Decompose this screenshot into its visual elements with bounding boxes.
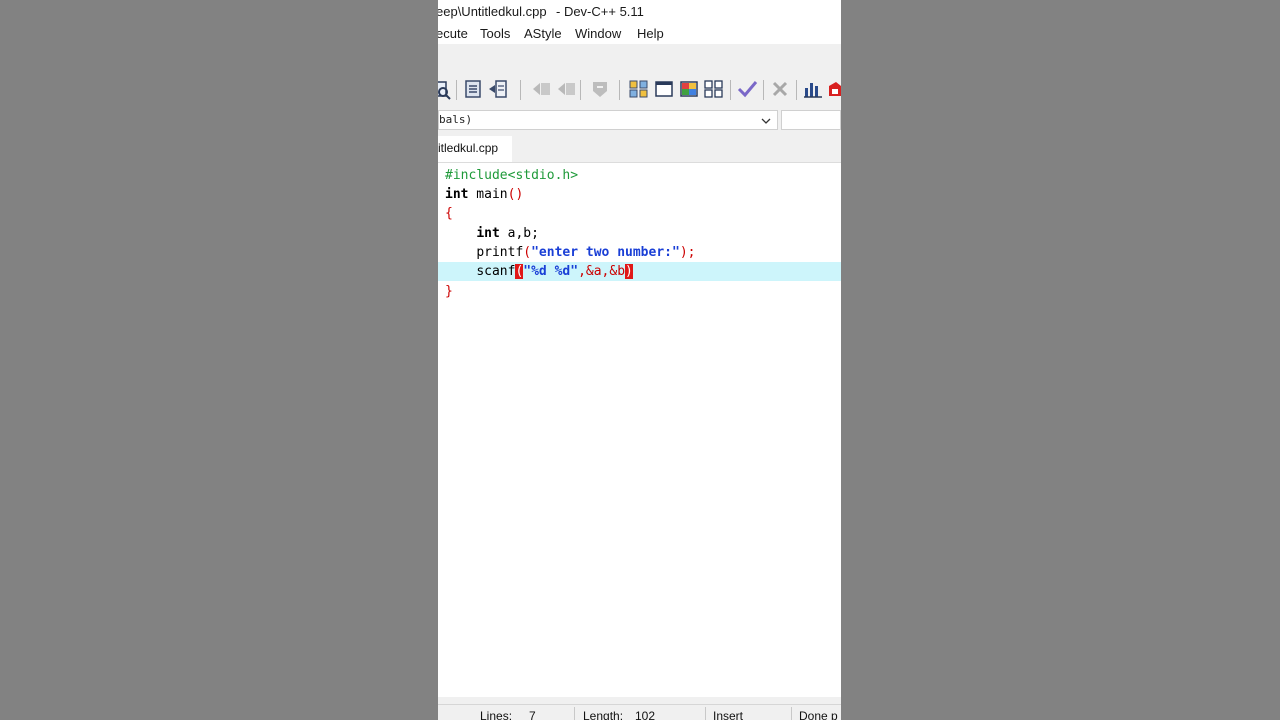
status-bar: Lines: 7 Length: 102 Insert Done p bbox=[438, 704, 841, 720]
code-line-1: #include<stdio.h> bbox=[445, 166, 841, 185]
brace-match-close: ) bbox=[625, 264, 633, 279]
compile-check-icon[interactable] bbox=[736, 78, 758, 100]
code-token-string: "%d %d" bbox=[523, 264, 579, 279]
code-line-7: } bbox=[445, 282, 841, 301]
code-token-int: int bbox=[476, 226, 500, 241]
scope-value: bals) bbox=[439, 113, 473, 126]
menu-tools[interactable]: Tools bbox=[480, 24, 510, 44]
code-line-4: int a,b; bbox=[445, 224, 841, 243]
toolbar-separator bbox=[619, 80, 620, 100]
toolbar-separator bbox=[763, 80, 764, 100]
status-length-value: 102 bbox=[635, 709, 656, 720]
toolbar bbox=[438, 78, 841, 102]
window-title-app: - Dev-C++ 5.11 bbox=[556, 4, 644, 19]
chevron-down-icon bbox=[761, 114, 771, 124]
code-token-open-brace: { bbox=[445, 206, 453, 221]
menu-help[interactable]: Help bbox=[637, 24, 664, 44]
status-lines-label: Lines: bbox=[480, 709, 513, 720]
grid-icon[interactable] bbox=[703, 78, 725, 100]
find-icon[interactable] bbox=[438, 78, 452, 100]
close-file-icon[interactable] bbox=[487, 78, 509, 100]
save-all-icon[interactable] bbox=[462, 78, 484, 100]
class-view-icon[interactable] bbox=[678, 78, 700, 100]
code-token-main: main bbox=[468, 187, 508, 202]
devcpp-window: eep\Untitledkul.cpp - Dev-C++ 5.11 ecute… bbox=[438, 0, 841, 720]
menu-window[interactable]: Window bbox=[575, 24, 621, 44]
scope-bar: bals) bbox=[438, 110, 841, 132]
symbol-select[interactable] bbox=[781, 110, 841, 130]
status-separator bbox=[705, 707, 706, 720]
status-separator bbox=[574, 707, 575, 720]
menu-execute[interactable]: ecute bbox=[438, 24, 468, 44]
code-token-parens: () bbox=[507, 187, 524, 202]
editor-tabs: itledkul.cpp bbox=[438, 136, 841, 163]
unindent-icon[interactable] bbox=[555, 78, 577, 100]
code-token-printf: printf bbox=[476, 245, 524, 260]
status-message: Done p bbox=[799, 709, 838, 720]
toolbar-separator bbox=[520, 80, 521, 100]
code-line-5: printf("enter two number:"); bbox=[445, 243, 841, 262]
status-mode: Insert bbox=[713, 709, 744, 720]
status-length-label: Length: bbox=[583, 709, 624, 720]
status-separator bbox=[791, 707, 792, 720]
window-icon[interactable] bbox=[653, 78, 675, 100]
scope-select[interactable]: bals) bbox=[438, 110, 778, 130]
toolbar-separator bbox=[456, 80, 457, 100]
code-token-paren: ( bbox=[523, 245, 532, 260]
tab-untitledkul[interactable]: itledkul.cpp bbox=[438, 136, 512, 162]
code-token-close-brace: } bbox=[445, 284, 453, 299]
code-line-2: int main() bbox=[445, 185, 841, 204]
new-project-icon[interactable] bbox=[628, 78, 650, 100]
toggle-bookmark-icon[interactable] bbox=[589, 78, 611, 100]
status-lines-value: 7 bbox=[529, 709, 536, 720]
code-line-3: { bbox=[445, 204, 841, 223]
window-title-path: eep\Untitledkul.cpp bbox=[438, 4, 547, 19]
code-token-paren-close: ); bbox=[679, 245, 696, 260]
debug-icon[interactable] bbox=[826, 78, 841, 100]
indent-left-icon[interactable] bbox=[530, 78, 552, 100]
code-token-args: ,&a,&b bbox=[578, 264, 626, 279]
toolbar-separator bbox=[580, 80, 581, 100]
chart-icon[interactable] bbox=[802, 78, 824, 100]
code-token-decl: a,b; bbox=[499, 226, 539, 241]
toolbar-separator bbox=[730, 80, 731, 100]
code-token-include: #include<stdio.h> bbox=[445, 168, 579, 183]
menu-bar: ecute Tools AStyle Window Help bbox=[438, 24, 841, 44]
toolbar-separator bbox=[796, 80, 797, 100]
code-line-6-current: scanf("%d %d",&a,&b) bbox=[438, 262, 841, 281]
stop-icon[interactable] bbox=[769, 78, 791, 100]
tab-label: itledkul.cpp bbox=[438, 141, 499, 155]
menu-astyle[interactable]: AStyle bbox=[524, 24, 562, 44]
title-bar: eep\Untitledkul.cpp - Dev-C++ 5.11 bbox=[438, 0, 841, 24]
code-token-string: "enter two number:" bbox=[531, 245, 680, 260]
code-editor[interactable]: #include<stdio.h> int main() { int a,b; … bbox=[438, 163, 841, 697]
code-token-scanf: scanf bbox=[476, 264, 516, 279]
code-token-int: int bbox=[445, 187, 469, 202]
